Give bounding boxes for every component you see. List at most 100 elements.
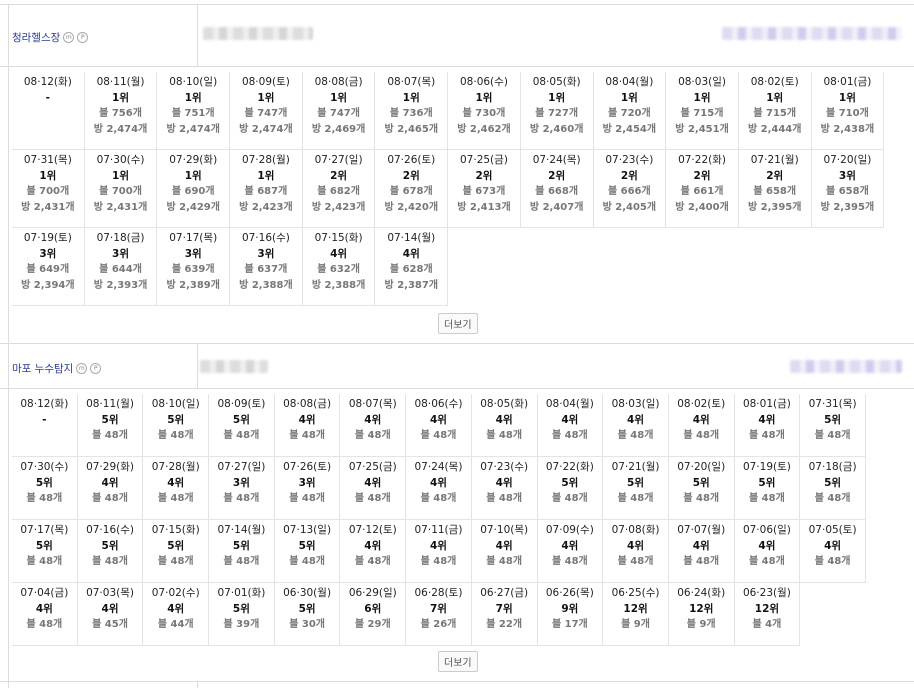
rank-cell: 07·21(월) 5위 블 48개 — [603, 457, 669, 520]
rank-cell-blog: 블 690개 — [171, 186, 215, 198]
rank-cell-blog: 블 668개 — [535, 186, 579, 198]
rank-cell-rank: 5위 — [627, 476, 645, 489]
rank-cell: 07·20(일) 5위 블 48개 — [668, 457, 735, 520]
rank-cell-rank: 4위 — [429, 413, 447, 426]
rank-cell-date: 08·06(수) — [460, 76, 508, 88]
rank-cell: 07·24(목) 2위 블 668개 방 2,407개 — [520, 150, 594, 228]
rank-cell: 07·26(토) 2위 블 678개 방 2,420개 — [375, 150, 449, 228]
rank-cell-blog: 블 48개 — [486, 430, 523, 442]
rank-cell-date: 08·12(화) — [20, 398, 69, 410]
place-name-text[interactable]: 청라헬스장 — [12, 30, 60, 45]
rank-cell-date: 08·10(일) — [169, 76, 218, 88]
rank-cell-rank: 5위 — [167, 413, 185, 426]
rank-cell: 07·14(월) 5위 블 48개 — [209, 520, 275, 583]
rank-cell-blog: 블 48개 — [92, 556, 128, 568]
rank-cell-rank: 1위 — [112, 169, 130, 182]
rank-cell-date: 08·02(토) — [750, 76, 799, 88]
rank-cell-blog: 블 658개 — [753, 186, 797, 198]
rank-cell-rank: 4위 — [364, 539, 382, 552]
rank-cell-date: 07·01(화) — [217, 587, 266, 599]
rank-cell-date: 07·03(목) — [86, 587, 134, 599]
redacted-url — [790, 360, 902, 373]
rank-cell-date: 08·09(토) — [241, 76, 290, 88]
mobile-badge-icon: m — [63, 32, 75, 43]
rank-cell-rank: 4위 — [824, 539, 842, 552]
rank-cell-blog: 블 17개 — [551, 619, 588, 631]
rank-cell: 08·10(일) 1위 블 751개 방 2,474개 — [157, 72, 231, 150]
rank-cell-room: 방 2,387개 — [384, 279, 439, 291]
rank-cell-date: 07·28(월) — [151, 461, 200, 473]
rank-cell-date: 07·30(수) — [20, 461, 69, 473]
rank-cell-blog: 블 649개 — [26, 264, 70, 276]
rank-cell-date: 06·26(목) — [545, 587, 594, 599]
rank-cell-room: 방 2,395개 — [747, 201, 802, 213]
rank-cell-blog: 블 48개 — [486, 493, 523, 505]
rank-cell: 07·29(화) 1위 블 690개 방 2,429개 — [157, 150, 231, 228]
section-1-place-name[interactable]: 청라헬스장 m P — [12, 30, 89, 45]
rank-cell-blog: 블 48개 — [617, 556, 654, 568]
rank-cell-date: 07·19(토) — [23, 232, 72, 244]
rank-cell-rank: - — [45, 91, 51, 104]
rank-cell-date: 08·07(목) — [387, 76, 436, 88]
rank-cell-room: 방 2,389개 — [166, 279, 220, 291]
rank-cell: 07·09(수) 4위 블 48개 — [537, 520, 604, 583]
rank-cell-date: 08·02(토) — [677, 398, 726, 410]
rank-cell: 08·05(화) 4위 블 48개 — [471, 394, 538, 457]
place-name-text[interactable]: 마포 누수탐지 — [12, 361, 73, 376]
rank-cell-rank: 1위 — [257, 169, 275, 182]
rank-cell-blog: 블 715개 — [680, 108, 724, 120]
rank-cell-room: 방 2,431개 — [21, 201, 75, 213]
rank-cell-room: 방 2,394개 — [21, 279, 75, 291]
rank-cell-rank: 4위 — [167, 476, 185, 489]
rank-cell-rank: 1위 — [475, 91, 493, 104]
rank-cell-rank: 5위 — [101, 413, 119, 426]
rank-cell-date: 07·09(수) — [545, 524, 594, 536]
rank-cell-blog: 블 48개 — [420, 556, 457, 568]
rank-cell: 08·03(일) 4위 블 48개 — [603, 394, 669, 457]
rank-cell-rank: 5위 — [692, 476, 710, 489]
rank-cell-rank: 5위 — [35, 539, 53, 552]
rank-cell: 06·28(토) 7위 블 26개 — [406, 583, 472, 646]
rank-cell-blog: 블 48개 — [26, 619, 63, 631]
rank-cell: 07·08(화) 4위 블 48개 — [603, 520, 669, 583]
rank-cell-blog: 블 45개 — [92, 619, 128, 631]
rank-cell-date: 07·18(금) — [808, 461, 857, 473]
rank-cell-date: 07·24(목) — [532, 154, 581, 166]
rank-cell-rank: 1위 — [184, 169, 202, 182]
rank-cell-blog: 블 48개 — [683, 556, 720, 568]
rank-cell-blog: 블 48개 — [617, 493, 654, 505]
rank-cell-room: 방 2,462개 — [457, 123, 511, 135]
rank-cell-date: 06·30(월) — [283, 587, 332, 599]
rank-cell-date: 07·11(금) — [414, 524, 463, 536]
rank-cell-room: 방 2,393개 — [93, 279, 148, 291]
section-1-more-button[interactable]: 더보기 — [438, 313, 478, 334]
rank-cell: 07·27(일) 3위 블 48개 — [209, 457, 275, 520]
rank-cell-room: 방 2,395개 — [820, 201, 875, 213]
rank-cell-rank: 4위 — [101, 602, 119, 615]
rank-cell: 08·03(일) 1위 블 715개 방 2,451개 — [666, 72, 739, 150]
rank-cell-blog: 블 29개 — [354, 619, 391, 631]
rank-cell: 08·05(화) 1위 블 727개 방 2,460개 — [520, 72, 594, 150]
rank-cell-date: 08·01(금) — [823, 76, 872, 88]
rank-cell-rank: 2위 — [620, 169, 638, 182]
place-badge-icon: P — [90, 363, 102, 374]
rank-cell: 08·12(화) - — [12, 394, 78, 457]
rank-cell-rank: 4위 — [402, 247, 420, 260]
rank-cell-blog: 블 48개 — [551, 493, 588, 505]
section-2-header-bottom — [0, 388, 914, 389]
section-2-more-button[interactable]: 더보기 — [438, 651, 478, 672]
rank-cell-rank: 1위 — [838, 91, 856, 104]
rank-cell-date: 07·27(일) — [217, 461, 266, 473]
rank-cell: 07·21(월) 2위 블 658개 방 2,395개 — [738, 150, 812, 228]
rank-cell-room: 방 2,429개 — [166, 201, 220, 213]
rank-cell-date: 07·31(목) — [808, 398, 857, 410]
rank-cell-date: 07·15(화) — [151, 524, 200, 536]
section-2-place-name[interactable]: 마포 누수탐지 m P — [12, 361, 102, 376]
rank-cell: 07·27(일) 2위 블 682개 방 2,423개 — [302, 150, 376, 228]
rank-cell-rank: 5위 — [232, 539, 250, 552]
rank-cell: 08·06(수) 1위 블 730개 방 2,462개 — [448, 72, 521, 150]
rank-cell-date: 08·05(화) — [480, 398, 529, 410]
rank-cell-rank: 5위 — [298, 602, 316, 615]
rank-cell-room: 방 2,407개 — [529, 201, 584, 213]
rank-cell-rank: 4위 — [364, 413, 382, 426]
